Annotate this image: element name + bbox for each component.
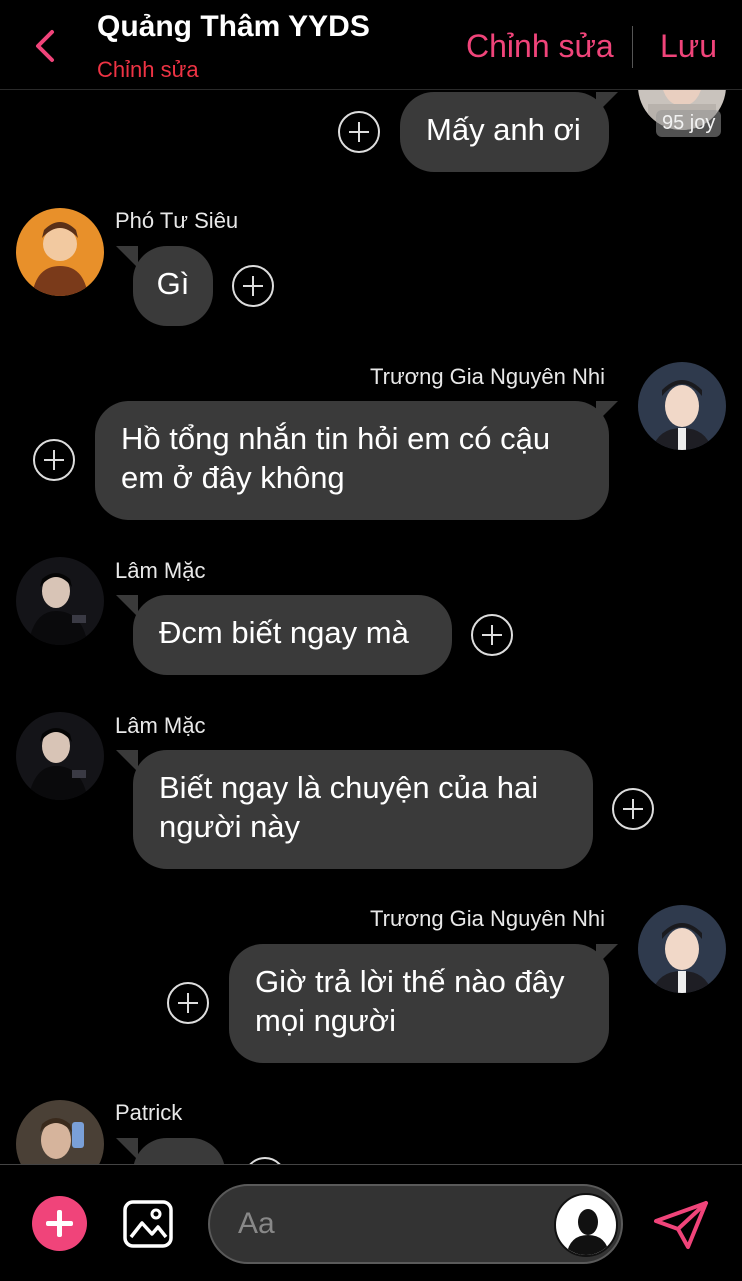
bubble-tail [596,401,618,423]
message-bubble[interactable]: Mấy anh ơi [400,92,609,172]
composer-bar [0,1164,742,1281]
add-reaction-icon[interactable] [167,982,209,1024]
sender-name: Lâm Mặc [115,713,206,738]
message-input[interactable] [238,1204,538,1244]
add-reaction-icon[interactable] [338,111,380,153]
avatar[interactable] [16,1100,104,1164]
bubble-tail [596,92,618,114]
message-bubble[interactable]: Biết ngay là chuyện của hai người này [133,750,593,869]
chat-subtitle[interactable]: Chỉnh sửa [97,57,199,83]
message-bubble[interactable]: Hồ tổng nhắn tin hỏi em có cậu em ở đây … [95,401,609,520]
save-button[interactable]: Lưu [660,28,717,65]
bubble-tail [116,595,138,617]
add-reaction-icon[interactable] [33,439,75,481]
add-reaction-icon[interactable] [232,265,274,307]
bubble-tail [116,750,138,772]
bubble-tail [116,1138,138,1160]
chat-title: Quảng Thâm YYDS [97,10,370,43]
sender-name: Trương Gia Nguyên Nhi [370,364,605,389]
bubble-tail [596,944,618,966]
header-divider [632,26,633,68]
avatar[interactable] [16,557,104,645]
message-bubble[interactable] [133,1138,225,1164]
sticker-label: 95 joy [656,110,722,137]
avatar[interactable] [638,362,726,450]
message-bubble[interactable]: Giờ trả lời thế nào đây mọi người [229,944,609,1063]
sender-name: Trương Gia Nguyên Nhi [370,906,605,931]
bubble-tail [116,246,138,268]
edit-button[interactable]: Chỉnh sửa [466,28,614,65]
sender-name: Patrick [115,1100,183,1125]
message-list[interactable]: Mấy anh ơi 95 joy Phó Tư Siêu Gì Trương … [0,90,742,1164]
avatar[interactable] [16,712,104,800]
image-icon[interactable] [122,1199,174,1249]
back-chevron-icon[interactable] [30,28,60,64]
chat-header: Quảng Thâm YYDS Chỉnh sửa Chỉnh sửa Lưu [0,0,742,90]
message-bubble[interactable]: Gì [133,246,213,326]
avatar[interactable] [16,208,104,296]
profile-icon[interactable] [554,1193,618,1257]
send-icon[interactable] [652,1199,710,1251]
add-reaction-icon[interactable] [612,788,654,830]
avatar[interactable] [638,905,726,993]
sender-name: Phó Tư Siêu [115,208,239,233]
add-reaction-icon[interactable] [244,1157,286,1164]
add-reaction-icon[interactable] [471,614,513,656]
message-input-field[interactable] [208,1184,623,1264]
message-bubble[interactable]: Đcm biết ngay mà [133,595,452,675]
sender-name: Lâm Mặc [115,558,206,583]
plus-icon[interactable] [32,1196,87,1251]
